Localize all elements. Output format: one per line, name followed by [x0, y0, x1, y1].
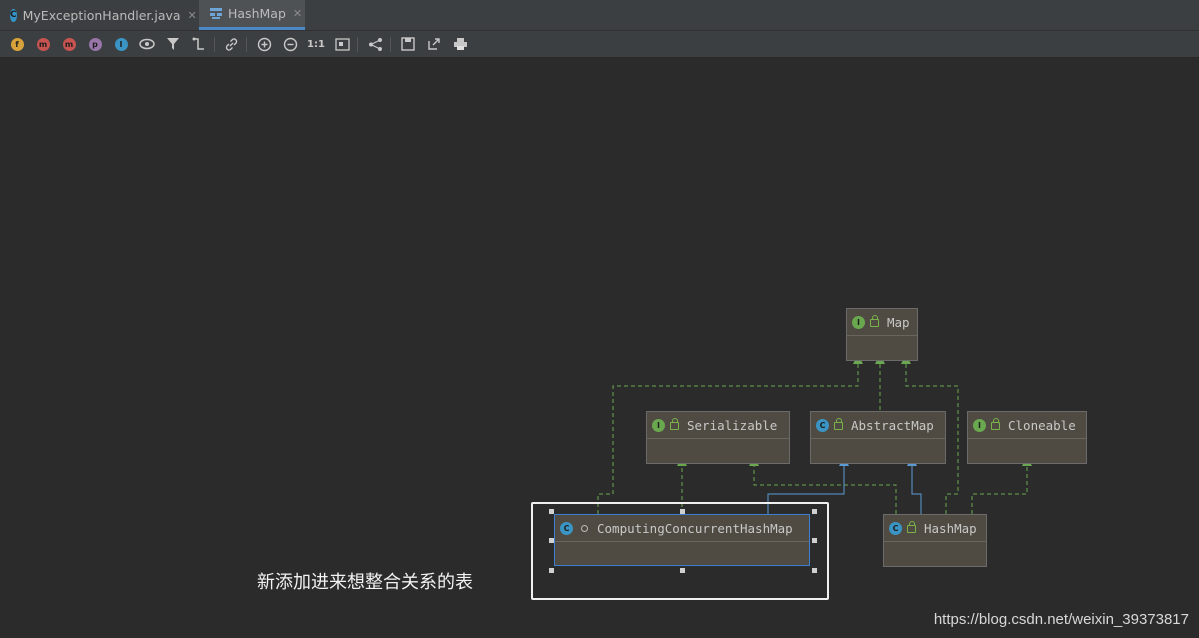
toolbar-separator — [246, 37, 247, 52]
zoom-out-icon[interactable] — [282, 36, 298, 52]
lock-icon — [907, 521, 916, 533]
constructors-icon[interactable]: m — [35, 36, 51, 52]
node-label: HashMap — [924, 520, 977, 536]
tab-hashmap[interactable]: HashMap ✕ — [199, 0, 305, 30]
node-label: AbstractMap — [851, 417, 934, 433]
node-map[interactable]: I Map — [846, 308, 918, 361]
visibility-eye-icon[interactable] — [139, 36, 155, 52]
watermark: https://blog.csdn.net/weixin_39373817 — [933, 611, 1189, 628]
diagram-canvas[interactable]: I Map I Serializable C AbstractMap I Clo… — [0, 58, 1199, 638]
node-abstractmap[interactable]: C AbstractMap — [810, 411, 946, 464]
close-icon[interactable]: ✕ — [188, 9, 197, 22]
node-label: Cloneable — [1008, 417, 1076, 433]
save-icon[interactable] — [400, 36, 416, 52]
interface-icon: I — [652, 418, 665, 432]
class-c-icon: C — [10, 8, 17, 22]
annotation-highlight-box — [531, 502, 829, 600]
toolbar-separator — [357, 37, 358, 52]
lock-icon — [670, 418, 679, 430]
interface-icon: I — [973, 418, 986, 432]
toolbar-separator — [390, 37, 391, 52]
annotation-note: 新添加进来想整合关系的表 — [257, 572, 473, 593]
link-icon[interactable] — [223, 36, 239, 52]
edge-hashmap-extends-abstractmap — [907, 456, 922, 514]
properties-p-icon[interactable]: p — [87, 36, 103, 52]
filter-icon[interactable] — [165, 36, 181, 52]
abstract-class-icon: C — [816, 418, 829, 432]
node-label: Map — [887, 314, 910, 330]
inner-classes-icon[interactable]: I — [113, 36, 129, 52]
lock-icon — [834, 418, 843, 430]
close-icon[interactable]: ✕ — [293, 7, 302, 20]
edge-hashmap-implements-cloneable — [971, 456, 1032, 514]
interface-icon: I — [852, 315, 865, 329]
fit-content-icon[interactable] — [334, 36, 350, 52]
tab-myexceptionhandler[interactable]: C MyExceptionHandler.java ✕ — [0, 0, 198, 30]
toolbar-separator — [214, 37, 215, 52]
lock-icon — [991, 418, 1000, 430]
tab-label: HashMap — [228, 6, 286, 21]
layout-icon[interactable] — [367, 36, 383, 52]
print-icon[interactable] — [452, 36, 468, 52]
zoom-in-icon[interactable] — [256, 36, 272, 52]
edge-route-icon[interactable] — [191, 36, 207, 52]
diagram-toolbar: f m m p I 1:1 — [0, 31, 1199, 58]
fields-f-icon[interactable]: f — [9, 36, 25, 52]
lock-icon — [870, 315, 879, 327]
node-hashmap[interactable]: C HashMap — [883, 514, 987, 567]
editor-tab-bar: C MyExceptionHandler.java ✕ HashMap ✕ — [0, 0, 1199, 31]
tab-label: MyExceptionHandler.java — [22, 7, 181, 23]
node-cloneable[interactable]: I Cloneable — [967, 411, 1087, 464]
node-serializable[interactable]: I Serializable — [646, 411, 790, 464]
actual-size-icon[interactable]: 1:1 — [307, 36, 325, 52]
methods-m-icon[interactable]: m — [61, 36, 77, 52]
class-icon: C — [889, 521, 902, 535]
export-icon[interactable] — [426, 36, 442, 52]
node-label: Serializable — [687, 417, 778, 433]
diagram-icon — [209, 7, 223, 20]
